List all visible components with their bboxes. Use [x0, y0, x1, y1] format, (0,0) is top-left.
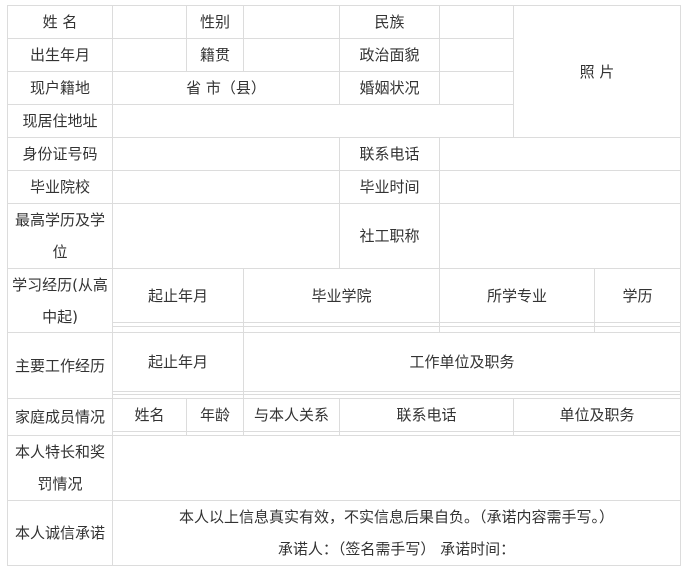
address-field[interactable] — [113, 105, 513, 137]
gender-label: 性别 — [199, 13, 230, 31]
id-field[interactable] — [113, 138, 339, 170]
title-label: 社工职称 — [359, 227, 420, 245]
photo-box[interactable]: 照 片 — [514, 6, 680, 137]
id-label: 身份证号码 — [22, 145, 98, 163]
title-field[interactable] — [440, 204, 680, 268]
family-col-phone: 联系电话 — [396, 406, 457, 424]
address-label: 现居住地址 — [22, 112, 98, 130]
promise-text: 本人以上信息真实有效，不实信息后果自负。（承诺内容需手写。） — [178, 508, 614, 526]
degree-label: 最高学历及学位 — [14, 211, 105, 261]
native-place-label: 籍贯 — [199, 46, 230, 64]
degree-field[interactable] — [113, 204, 339, 268]
row-divider — [112, 394, 681, 395]
family-col-age: 年龄 — [199, 406, 230, 424]
row-divider — [112, 391, 681, 392]
name-label: 姓 名 — [42, 13, 78, 31]
school-label: 毕业院校 — [29, 178, 90, 196]
study-col-major: 所学专业 — [486, 286, 547, 305]
family-col-name: 姓名 — [134, 406, 165, 424]
skills-label: 本人特长和奖罚情况 — [14, 443, 105, 493]
work-col-period: 起止年月 — [147, 353, 208, 371]
family-label: 家庭成员情况 — [14, 408, 105, 426]
table-border-right — [680, 5, 681, 566]
birth-field[interactable] — [113, 39, 186, 71]
registration-form-table: 姓 名 性别 民族 照 片 出生年月 籍贯 政治面貌 现户籍地 省 市（县） 婚… — [0, 0, 686, 574]
ethnicity-field[interactable] — [440, 6, 513, 38]
school-field[interactable] — [113, 171, 339, 203]
row-divider — [112, 326, 681, 327]
political-field[interactable] — [440, 39, 513, 71]
study-col-degree: 学历 — [622, 286, 653, 305]
family-col-relation: 与本人关系 — [253, 406, 329, 424]
work-col-employer: 工作单位及职务 — [409, 353, 515, 371]
household-label: 现户籍地 — [29, 79, 90, 97]
phone-label: 联系电话 — [359, 145, 420, 163]
household-field[interactable]: 省 市（县） — [113, 72, 339, 104]
political-label: 政治面貌 — [359, 46, 420, 64]
row-divider — [112, 431, 681, 432]
marital-label: 婚姻状况 — [359, 79, 420, 97]
ethnicity-label: 民族 — [374, 13, 405, 31]
marital-field[interactable] — [440, 72, 513, 104]
gender-field[interactable] — [244, 6, 339, 38]
skills-field[interactable] — [113, 436, 680, 500]
study-col-school: 毕业学院 — [311, 286, 372, 305]
grad-time-label: 毕业时间 — [359, 178, 420, 196]
table-border-bottom — [7, 565, 681, 566]
native-place-field[interactable] — [244, 39, 339, 71]
name-field[interactable] — [113, 6, 186, 38]
study-label: 学习经历(从高中起) — [12, 275, 108, 326]
promise-label: 本人诚信承诺 — [14, 524, 105, 542]
work-label: 主要工作经历 — [14, 356, 105, 375]
promise-signature-line[interactable]: 承诺人：（签名需手写） 承诺时间： — [113, 533, 680, 565]
study-col-period: 起止年月 — [147, 286, 208, 305]
row-divider — [112, 322, 681, 323]
family-col-employer: 单位及职务 — [559, 406, 635, 424]
phone-field[interactable] — [440, 138, 680, 170]
birth-label: 出生年月 — [29, 46, 90, 64]
grad-time-field[interactable] — [440, 171, 680, 203]
